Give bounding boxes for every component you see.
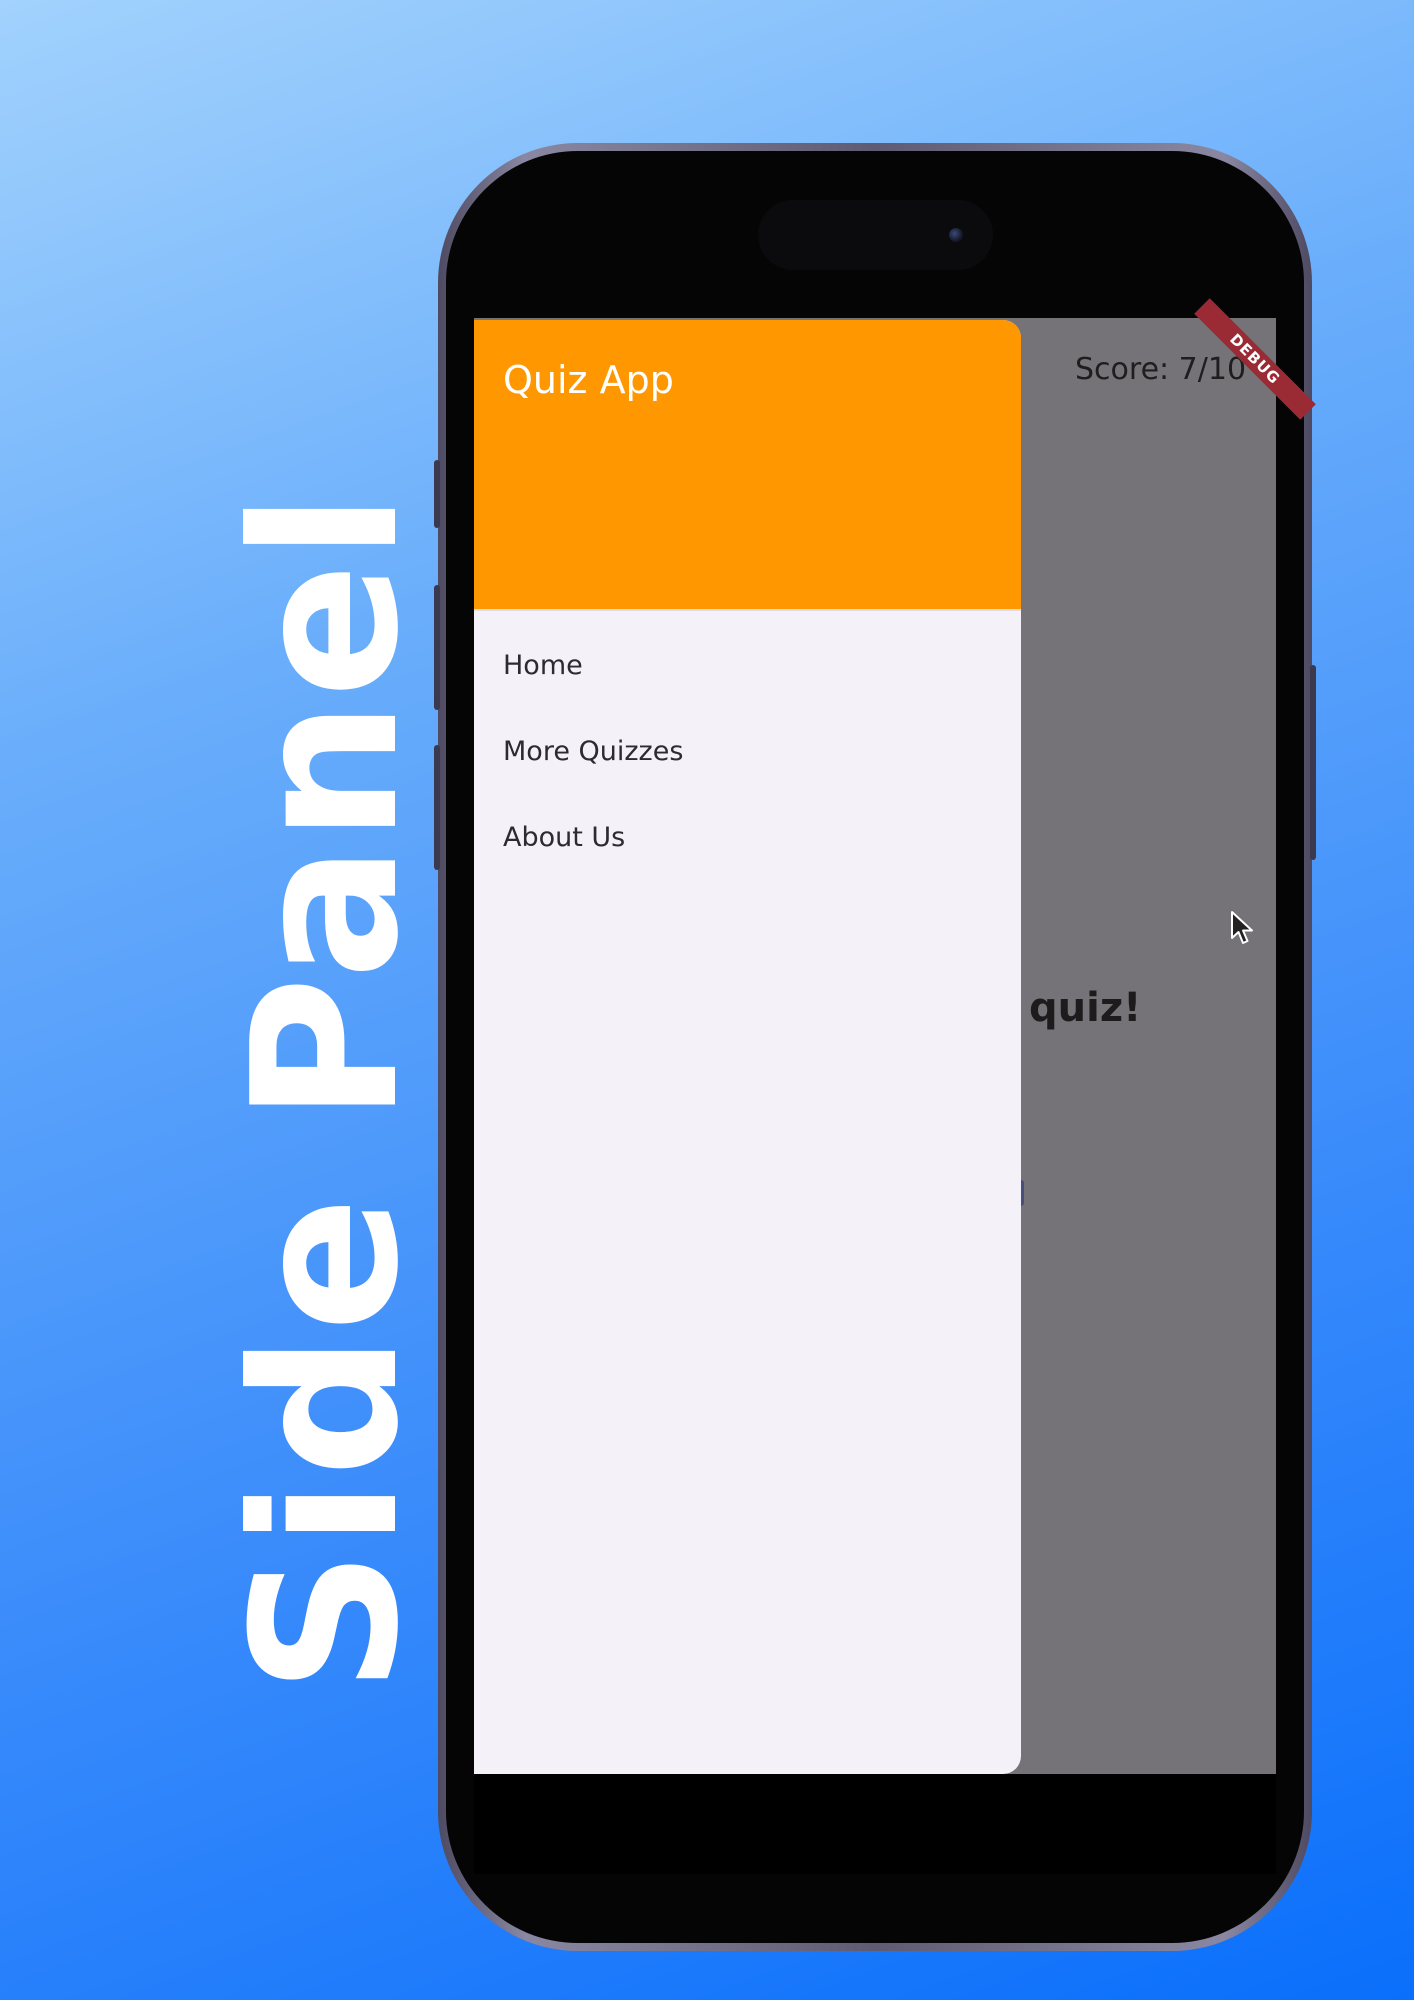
phone-side-button-top: [434, 460, 440, 528]
background-quiz-heading: quiz!: [1029, 985, 1142, 1031]
front-camera-icon: [949, 228, 963, 242]
phone-volume-up-button: [434, 585, 440, 710]
navigation-drawer: Quiz App Home More Quizzes About Us: [474, 320, 1021, 1774]
drawer-item-label: About Us: [503, 822, 626, 853]
drawer-item-more-quizzes[interactable]: More Quizzes: [474, 714, 1021, 794]
phone-bottom-bezel: [474, 1774, 1276, 1874]
drawer-title: Quiz App: [503, 358, 674, 402]
drawer-item-label: More Quizzes: [503, 736, 684, 767]
phone-power-button: [1310, 665, 1316, 860]
side-panel-heading: Side Panel: [210, 490, 443, 1694]
phone-volume-down-button: [434, 745, 440, 870]
drawer-item-home[interactable]: Home: [474, 628, 1021, 708]
drawer-item-about-us[interactable]: About Us: [474, 800, 1021, 880]
drawer-header: Quiz App: [474, 320, 1021, 611]
mouse-pointer-icon: [1231, 911, 1253, 944]
drawer-item-label: Home: [503, 650, 583, 681]
score-label: Score: 7/10: [1075, 352, 1247, 387]
